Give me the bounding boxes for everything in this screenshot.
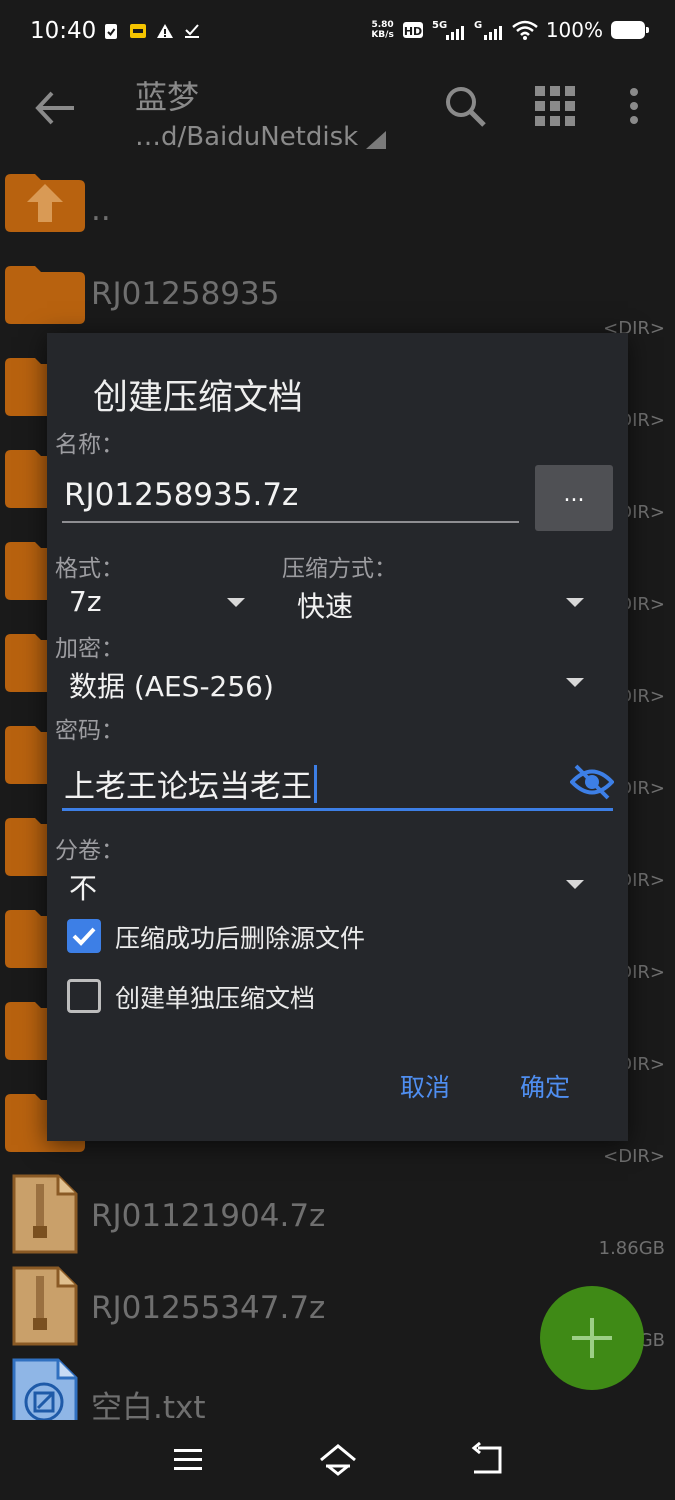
file-name: RJ01255347.7z — [91, 1290, 326, 1326]
task-done-icon — [185, 24, 199, 38]
archive-file-icon — [12, 1174, 78, 1254]
chevron-down-icon — [566, 880, 584, 889]
password-input[interactable]: 上老王论坛当老王 — [62, 755, 613, 811]
delete-source-option[interactable]: 压缩成功后删除源文件 — [47, 917, 607, 957]
delete-source-label: 压缩成功后删除源文件 — [115, 924, 366, 953]
system-nav-bar — [0, 1420, 675, 1500]
visibility-off-icon[interactable] — [570, 763, 614, 801]
back-icon[interactable] — [468, 1440, 508, 1480]
status-bar: 10:40 5.80 KB/s HD 5G G 100% — [0, 0, 675, 70]
format-label: 格式： — [55, 556, 124, 582]
format-select[interactable]: 7z — [47, 581, 262, 625]
file-name: RJ01121904.7z — [91, 1198, 326, 1234]
dialog-title: 创建压缩文档 — [93, 378, 304, 418]
file-meta: <DIR> — [603, 1146, 665, 1167]
back-arrow-icon[interactable] — [30, 88, 76, 128]
split-select[interactable]: 不 — [47, 863, 607, 907]
method-select[interactable]: 快速 — [287, 581, 607, 625]
page-title: 蓝梦 — [135, 78, 200, 116]
app-toolbar: 蓝梦 …d/BaiduNetdisk — [0, 70, 675, 160]
method-label: 压缩方式： — [282, 556, 397, 582]
split-value: 不 — [69, 872, 98, 905]
encrypt-select[interactable]: 数据 (AES-256) — [47, 663, 607, 707]
battery-icon — [611, 21, 649, 39]
battery-percent: 100% — [545, 18, 603, 42]
signal-5g-icon: 5G — [432, 20, 464, 40]
chevron-down-icon — [566, 598, 584, 607]
password-label: 密码： — [55, 718, 124, 744]
method-value: 快速 — [297, 590, 354, 623]
current-path[interactable]: …d/BaiduNetdisk — [135, 122, 387, 152]
path-label: …d/BaiduNetdisk — [135, 122, 359, 152]
clipboard-check-icon — [105, 24, 117, 39]
archive-file-icon — [12, 1266, 78, 1346]
svg-text:HD: HD — [404, 25, 422, 38]
path-dropdown-icon — [366, 131, 387, 149]
browse-button[interactable]: ... — [535, 465, 613, 531]
file-name: RJ01258935 — [91, 276, 280, 312]
add-fab-button[interactable] — [540, 1286, 644, 1390]
notification-icons — [102, 22, 201, 40]
encrypt-value: 数据 (AES-256) — [69, 670, 274, 703]
split-label: 分卷： — [55, 838, 124, 864]
folder-icon — [5, 266, 85, 324]
title-block: 蓝梦 …d/BaiduNetdisk — [135, 72, 387, 152]
chevron-down-icon — [566, 678, 584, 687]
archive-name-input[interactable]: RJ01258935.7z — [62, 463, 519, 523]
warning-icon — [157, 24, 173, 38]
create-archive-dialog: 创建压缩文档 名称： RJ01258935.7z ... 格式： 压缩方式： 7… — [47, 333, 628, 1141]
meituan-icon — [130, 24, 146, 38]
hd-volte-icon: HD — [402, 22, 423, 38]
net-speed: 5.80 KB/s — [371, 20, 394, 40]
wifi-icon — [512, 20, 538, 40]
ok-button[interactable]: 确定 — [520, 1068, 570, 1104]
search-icon[interactable] — [443, 84, 487, 128]
name-label: 名称： — [55, 432, 124, 458]
system-status: 5.80 KB/s HD 5G G 100% — [371, 18, 649, 42]
checkbox-checked-icon[interactable] — [67, 919, 101, 953]
list-item[interactable]: RJ01121904.7z 1.86GB — [0, 1172, 675, 1264]
menu-icon[interactable] — [168, 1440, 208, 1480]
file-name: .. — [91, 192, 111, 228]
chevron-down-icon — [227, 598, 245, 607]
grid-view-icon[interactable] — [535, 86, 575, 126]
separate-archive-option[interactable]: 创建单独压缩文档 — [47, 977, 607, 1017]
cancel-button[interactable]: 取消 — [400, 1068, 450, 1104]
home-icon[interactable] — [318, 1440, 358, 1480]
encrypt-label: 加密： — [55, 636, 124, 662]
format-value: 7z — [69, 585, 102, 618]
status-time: 10:40 — [30, 18, 97, 44]
folder-up-icon — [5, 174, 85, 232]
svg-text:G: G — [474, 20, 482, 31]
checkbox-unchecked-icon[interactable] — [67, 979, 101, 1013]
svg-text:5G: 5G — [432, 20, 447, 31]
signal-g-icon: G — [474, 20, 502, 40]
separate-archive-label: 创建单独压缩文档 — [115, 984, 316, 1013]
list-item-parent[interactable]: .. — [0, 172, 675, 264]
file-meta: 1.86GB — [598, 1238, 665, 1259]
more-options-icon[interactable] — [622, 84, 646, 128]
text-cursor — [314, 764, 317, 803]
password-text: 上老王论坛当老王 — [64, 769, 312, 805]
